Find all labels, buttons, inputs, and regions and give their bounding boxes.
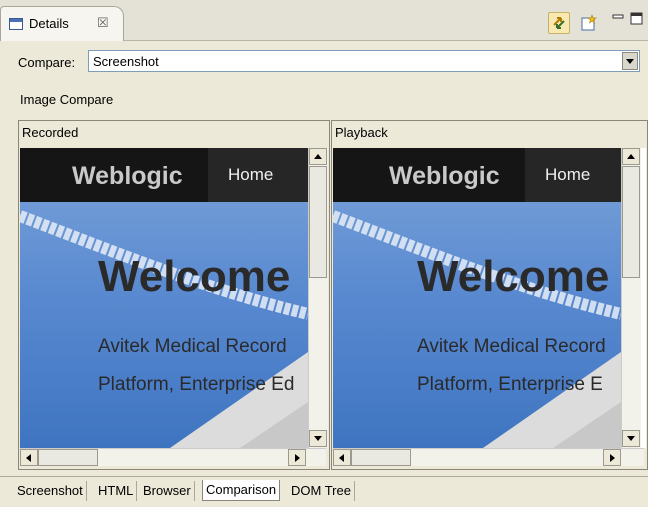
screenshot-image: Weblogic Home Welcome Avitek Medical Rec… [333, 148, 621, 448]
site-text-line-1: Avitek Medical Record [417, 336, 606, 357]
view-title: Details [29, 16, 69, 31]
maximize-button[interactable] [630, 12, 644, 29]
section-title: Image Compare [20, 92, 114, 107]
details-view-icon [9, 18, 23, 30]
scroll-right-icon[interactable] [603, 449, 621, 466]
scroll-down-icon[interactable] [622, 430, 640, 447]
horizontal-scroll-thumb[interactable] [38, 449, 98, 466]
scroll-left-icon[interactable] [333, 449, 351, 466]
compare-dropdown[interactable]: Screenshot [88, 50, 640, 72]
site-hero [20, 202, 308, 448]
horizontal-scroll-thumb[interactable] [351, 449, 411, 466]
vertical-scrollbar[interactable] [308, 148, 328, 448]
scroll-right-icon[interactable] [288, 449, 306, 466]
minimize-icon [612, 14, 624, 19]
sync-button[interactable] [548, 12, 570, 34]
vertical-scroll-thumb[interactable] [309, 166, 327, 278]
new-window-button[interactable] [580, 14, 598, 35]
tab-html[interactable]: HTML [95, 481, 138, 501]
site-text-line-2: Platform, Enterprise Ed [98, 374, 295, 395]
tab-browser[interactable]: Browser [140, 481, 195, 501]
site-brand: Weblogic [389, 162, 500, 190]
minimize-button[interactable] [612, 12, 624, 27]
scroll-down-icon[interactable] [309, 430, 327, 447]
site-nav-home-box: Home [208, 148, 308, 202]
new-window-icon [581, 14, 597, 31]
chevron-down-icon[interactable] [622, 52, 638, 70]
site-nav-home: Home [228, 165, 274, 184]
hero-background [333, 210, 621, 448]
site-hero [333, 202, 621, 448]
hero-background [20, 210, 308, 448]
site-heading: Welcome [98, 252, 291, 301]
details-view-tab[interactable]: Details ☒ [0, 6, 124, 41]
playback-screenshot-view: Weblogic Home Welcome Avitek Medical Rec… [333, 148, 646, 448]
compare-label: Compare: [18, 55, 76, 70]
horizontal-scrollbar[interactable] [333, 448, 644, 466]
bottom-tab-bar: Screenshot HTML Browser Comparison DOM T… [0, 476, 648, 507]
screenshot-image: Weblogic Home Welcome Avitek Medical Rec… [20, 148, 308, 448]
site-heading: Welcome [417, 252, 610, 301]
vertical-scrollbar[interactable] [621, 148, 641, 448]
view-tab-bar: Details ☒ [0, 0, 648, 41]
maximize-icon [630, 12, 643, 25]
tab-dom-tree[interactable]: DOM Tree [288, 481, 355, 501]
vertical-scroll-thumb[interactable] [622, 166, 640, 278]
site-text-line-1: Avitek Medical Record [98, 336, 287, 357]
recorded-screenshot-view: Weblogic Home Welcome Avitek Medical Rec… [20, 148, 328, 448]
compare-value: Screenshot [93, 54, 159, 69]
site-nav-home-box: Home [525, 148, 621, 202]
scroll-left-icon[interactable] [20, 449, 38, 466]
sync-icon [553, 17, 565, 29]
pane-label: Recorded [22, 125, 79, 140]
scroll-up-icon[interactable] [622, 148, 640, 165]
site-text-line-2: Platform, Enterprise E [417, 374, 603, 395]
tab-comparison[interactable]: Comparison [202, 480, 281, 501]
site-brand: Weblogic [72, 162, 183, 190]
horizontal-scrollbar[interactable] [20, 448, 326, 466]
recorded-pane: Recorded Weblogic Home Welcome Avitek Me… [18, 120, 330, 470]
pane-label: Playback [335, 125, 388, 140]
tab-screenshot[interactable]: Screenshot [14, 481, 87, 501]
site-nav-home: Home [545, 165, 591, 184]
close-icon[interactable]: ☒ [97, 15, 109, 31]
playback-pane: Playback Weblogic Home Welcome Avitek Me… [331, 120, 648, 470]
site-navbar: Weblogic Home [333, 148, 621, 202]
site-navbar: Weblogic Home [20, 148, 308, 202]
scroll-up-icon[interactable] [309, 148, 327, 165]
